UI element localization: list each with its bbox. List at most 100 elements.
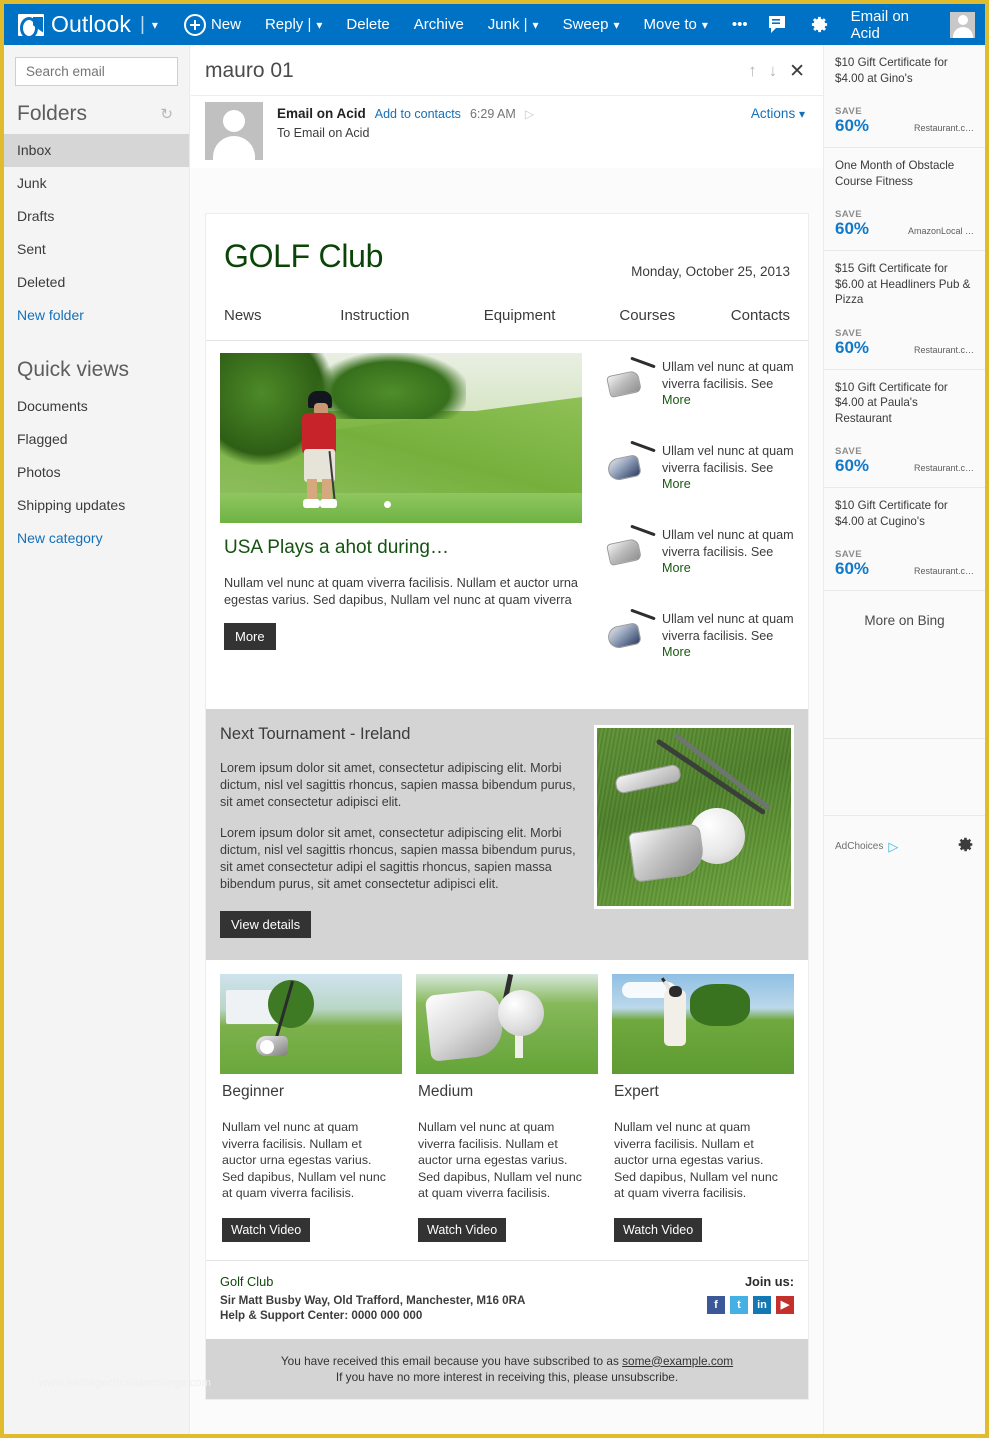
sidebar-item-deleted[interactable]: Deleted <box>4 266 189 299</box>
add-to-contacts-link[interactable]: Add to contacts <box>375 107 461 121</box>
new-button[interactable]: New <box>172 4 253 45</box>
sidebar-item-label: Photos <box>17 464 61 480</box>
chevron-down-icon[interactable]: ▾ <box>702 18 708 32</box>
move-to-button[interactable]: Move to ▾ <box>631 4 719 45</box>
delete-button-label: Delete <box>346 16 390 33</box>
golf-club-icon <box>600 523 662 579</box>
list-item[interactable]: Ullam vel nunc at quam viverra facilisis… <box>600 439 794 523</box>
side-item-body: Ullam vel nunc at quam viverra facilisis… <box>662 607 794 661</box>
chevron-down-icon[interactable]: ▾ <box>613 18 619 32</box>
nav-item-instruction[interactable]: Instruction <box>340 307 483 324</box>
ad-card[interactable]: $10 Gift Certificate for $4.00 at Gino's… <box>824 45 985 148</box>
ad-card[interactable]: $10 Gift Certificate for $4.00 at Cugino… <box>824 488 985 591</box>
close-icon[interactable]: ✕ <box>789 60 805 83</box>
archive-button[interactable]: Archive <box>402 4 476 45</box>
newsletter-nav: News Instruction Equipment Courses Conta… <box>206 279 808 341</box>
ad-card[interactable]: $15 Gift Certificate for $6.00 at Headli… <box>824 251 985 370</box>
ad-footer: SAVE 60% Restaurant.c… <box>835 86 974 135</box>
facebook-icon[interactable]: f <box>707 1295 725 1314</box>
sidebar-item-sent[interactable]: Sent <box>4 233 189 266</box>
nav-item-courses[interactable]: Courses <box>619 307 730 324</box>
new-folder-link[interactable]: New folder <box>4 299 189 332</box>
see-label: See <box>750 460 774 475</box>
sidebar-item-label: Deleted <box>17 274 66 290</box>
folders-heading-row: Folders ↻ <box>4 86 189 134</box>
left-sidebar: Folders ↻ Inbox Junk Drafts Sent Deleted… <box>4 45 205 1434</box>
linkedin-icon[interactable]: in <box>753 1295 771 1314</box>
sweep-button[interactable]: Sweep ▾ <box>551 4 632 45</box>
level-card-expert: Expert Nullam vel nunc at quam viverra f… <box>612 974 794 1242</box>
adchoices-group[interactable]: AdChoices ▷ <box>835 839 898 855</box>
sidebar-item-label: Inbox <box>17 142 52 158</box>
ads-panel: $10 Gift Certificate for $4.00 at Gino's… <box>823 45 985 1434</box>
sidebar-item-junk[interactable]: Junk <box>4 167 189 200</box>
refresh-icon[interactable]: ↻ <box>160 105 173 123</box>
level-title: Expert <box>614 1083 659 1100</box>
see-label: See <box>750 376 774 391</box>
account-avatar[interactable] <box>950 11 975 38</box>
ad-footer: SAVE 60% Restaurant.c… <box>835 308 974 357</box>
overflow-menu-button[interactable]: ••• <box>720 4 760 45</box>
more-button[interactable]: More <box>224 623 276 650</box>
sidebar-item-inbox[interactable]: Inbox <box>4 134 189 167</box>
ad-save-label: SAVE <box>835 327 863 339</box>
account-name-button[interactable]: Email on Acid <box>842 4 939 45</box>
newsletter-footer: Golf Club Sir Matt Busby Way, Old Traffo… <box>206 1259 808 1339</box>
sidebar-item-photos[interactable]: Photos <box>4 456 189 489</box>
chevron-down-icon[interactable]: ▾ <box>316 18 322 32</box>
new-category-label: New category <box>17 530 103 546</box>
search-box[interactable] <box>15 57 205 86</box>
nav-item-equipment[interactable]: Equipment <box>484 307 620 324</box>
previous-message-icon[interactable]: ↑ <box>748 61 757 81</box>
youtube-icon[interactable]: ▶ <box>776 1295 794 1314</box>
actions-label: Actions <box>750 106 796 121</box>
next-message-icon[interactable]: ↓ <box>769 61 778 81</box>
settings-button[interactable] <box>801 4 838 45</box>
sidebar-item-label: Sent <box>17 241 46 257</box>
tournament-section: Next Tournament - Ireland Lorem ipsum do… <box>206 709 808 960</box>
sidebar-item-drafts[interactable]: Drafts <box>4 200 189 233</box>
sidebar-item-label: Shipping updates <box>17 497 126 513</box>
view-details-button[interactable]: View details <box>220 911 312 938</box>
see-label: See <box>750 544 774 559</box>
ad-save-percent: 60% <box>835 337 870 357</box>
ad-card[interactable]: $10 Gift Certificate for $4.00 at Paula'… <box>824 370 985 488</box>
junk-button[interactable]: Junk | ▾ <box>476 4 551 45</box>
list-item[interactable]: Ullam vel nunc at quam viverra facilisis… <box>600 523 794 607</box>
sidebar-item-shipping-updates[interactable]: Shipping updates <box>4 489 189 522</box>
search-input[interactable] <box>26 64 203 79</box>
delete-button[interactable]: Delete <box>334 4 401 45</box>
reply-button[interactable]: Reply | ▾ <box>253 4 334 45</box>
nav-item-contacts[interactable]: Contacts <box>731 307 790 324</box>
more-label: More <box>662 645 691 659</box>
twitter-icon[interactable]: t <box>730 1295 748 1314</box>
watch-video-button[interactable]: Watch Video <box>614 1217 703 1242</box>
list-item[interactable]: Ullam vel nunc at quam viverra facilisis… <box>600 607 794 691</box>
nav-item-news[interactable]: News <box>224 307 340 324</box>
chevron-down-icon[interactable]: ▾ <box>533 18 539 32</box>
adchoices-label: AdChoices <box>835 841 884 852</box>
ad-footer: SAVE 60% Restaurant.c… <box>835 426 974 475</box>
sidebar-item-flagged[interactable]: Flagged <box>4 423 189 456</box>
flag-icon[interactable]: ▷ <box>525 107 534 121</box>
watch-video-button[interactable]: Watch Video <box>222 1217 311 1242</box>
quick-views-heading: Quick views <box>17 358 130 381</box>
disclaimer-block: You have received this email because you… <box>206 1338 808 1399</box>
ads-settings-button[interactable] <box>957 836 974 858</box>
ad-card[interactable]: One Month of Obstacle Course Fitness SAV… <box>824 148 985 251</box>
watch-video-button[interactable]: Watch Video <box>418 1217 507 1242</box>
chevron-down-icon[interactable]: ▾ <box>152 18 158 32</box>
new-category-link[interactable]: New category <box>4 522 189 555</box>
tournament-text-column: Next Tournament - Ireland Lorem ipsum do… <box>220 725 594 938</box>
sidebar-item-label: Drafts <box>17 208 55 224</box>
messaging-button[interactable] <box>760 4 797 45</box>
sidebar-item-documents[interactable]: Documents <box>4 390 189 423</box>
ad-source: Restaurant.c… <box>913 463 974 473</box>
sender-avatar <box>205 102 263 160</box>
actions-menu[interactable]: Actions ▾ <box>751 102 805 121</box>
subscriber-email-link[interactable]: some@example.com <box>622 1354 733 1368</box>
more-on-bing-link[interactable]: More on Bing <box>824 591 985 628</box>
list-item[interactable]: Ullam vel nunc at quam viverra facilisis… <box>600 355 794 439</box>
outlook-brand[interactable]: Outlook | ▾ <box>4 11 158 39</box>
sidebar-item-label: Junk <box>17 175 47 191</box>
